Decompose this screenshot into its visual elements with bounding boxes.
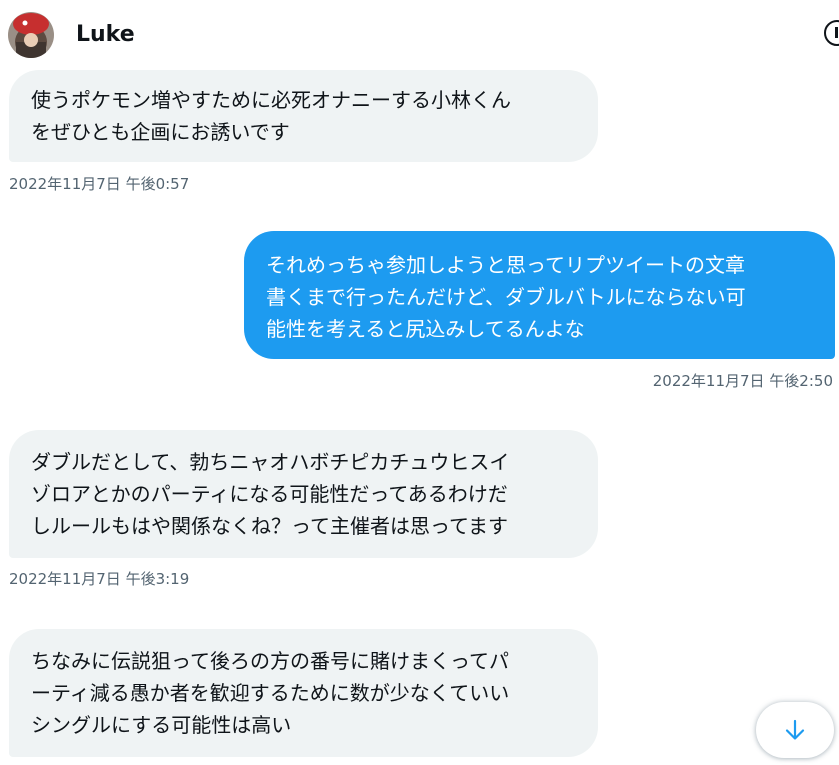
arrow-down-icon (785, 719, 805, 740)
conversation-header: Luke (0, 0, 839, 70)
avatar-image (8, 12, 54, 58)
message-timestamp: 2022年11月7日 午後2:50 (652, 372, 833, 390)
scroll-to-bottom-button[interactable] (756, 702, 834, 758)
message-timestamp: 2022年11月7日 午後3:19 (9, 570, 190, 588)
conversation-username[interactable]: Luke (76, 20, 135, 50)
message-bubble-outgoing[interactable]: それめっちゃ参加しようと思ってリプツイートの文章 書くまで行ったんだけど、ダブル… (244, 231, 835, 359)
message-bubble-incoming[interactable]: 使うポケモン増やすために必死オナニーする小林くん をぜひとも企画にお誘いです (9, 70, 598, 162)
message-timestamp: 2022年11月7日 午後0:57 (9, 175, 190, 193)
user-avatar[interactable] (8, 12, 54, 58)
message-bubble-incoming[interactable]: ちなみに伝説狙って後ろの方の番号に賭けまくってパ ーティ減る愚か者を歓迎するため… (9, 629, 598, 757)
message-bubble-incoming[interactable]: ダブルだとして、勃ちニャオハボチピカチュウヒスイ ゾロアとかのパーティになる可能… (9, 430, 598, 558)
info-icon[interactable] (824, 20, 839, 46)
